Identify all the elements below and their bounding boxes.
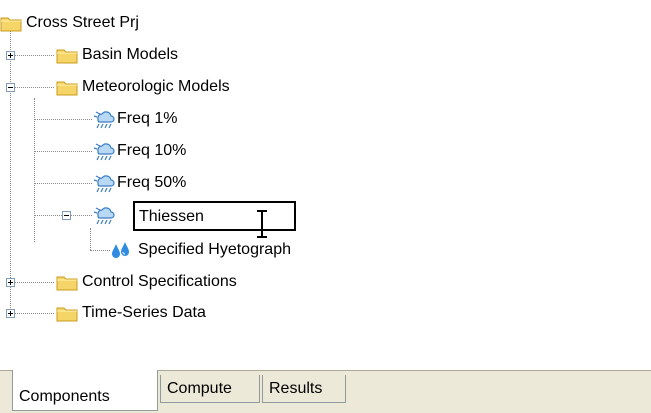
tree-item-label: Freq 10%: [117, 142, 187, 159]
tree-item-freq-10[interactable]: Freq 10%: [92, 139, 186, 163]
rain-cloud-icon: [92, 205, 116, 225]
tree-item-label: Basin Models: [82, 46, 179, 63]
tab-label: Results: [269, 379, 323, 397]
folder-icon: [0, 14, 22, 32]
tree-item-freq-1[interactable]: Freq 1%: [92, 107, 177, 131]
tree-item-label: Time-Series Data: [82, 304, 206, 321]
tab-label: Components: [19, 388, 110, 405]
folder-icon: [56, 46, 78, 64]
tree-item-label: Freq 50%: [117, 174, 187, 191]
tab-results[interactable]: Results: [262, 375, 346, 403]
component-tree[interactable]: Cross Street Prj Basin Models Meteorolog…: [0, 0, 651, 368]
tab-label: Compute: [167, 379, 232, 397]
tree-item-root[interactable]: Cross Street Prj: [0, 11, 139, 35]
folder-icon: [56, 304, 78, 322]
tree-item-specified-hyetograph[interactable]: Specified Hyetograph: [110, 238, 291, 262]
collapse-toggle-thiessen[interactable]: [62, 211, 71, 220]
tree-item-freq-50[interactable]: Freq 50%: [92, 171, 186, 195]
folder-icon: [56, 273, 78, 291]
rain-cloud-icon: [92, 109, 116, 129]
tab-strip: Components Compute Results: [0, 370, 651, 413]
tree-item-label: Freq 1%: [117, 110, 178, 127]
rain-cloud-icon: [92, 141, 116, 161]
i-beam-cursor-icon: [257, 210, 267, 238]
rain-cloud-icon: [92, 173, 116, 193]
tree-item-label: Cross Street Prj: [26, 14, 139, 31]
tree-item-thiessen[interactable]: [92, 203, 116, 227]
tree-item-label: Control Specifications: [82, 273, 237, 290]
expand-toggle-control-specifications[interactable]: [6, 278, 15, 287]
tree-item-control-specifications[interactable]: Control Specifications: [56, 270, 237, 294]
expand-toggle-basin-models[interactable]: [6, 51, 15, 60]
tree-item-meteorologic-models[interactable]: Meteorologic Models: [56, 75, 230, 99]
collapse-toggle-meteorologic-models[interactable]: [6, 83, 15, 92]
rename-input[interactable]: Thiessen: [133, 201, 296, 231]
tree-item-time-series-data[interactable]: Time-Series Data: [56, 301, 206, 325]
tree-item-label: Meteorologic Models: [82, 78, 230, 95]
water-drops-icon: [110, 240, 132, 260]
expand-toggle-time-series-data[interactable]: [6, 309, 15, 318]
tab-components[interactable]: Components: [12, 370, 158, 411]
rename-input-text: Thiessen: [139, 208, 204, 225]
tree-item-label: Specified Hyetograph: [138, 241, 291, 258]
folder-icon: [56, 78, 78, 96]
tab-compute[interactable]: Compute: [160, 375, 260, 403]
tree-item-basin-models[interactable]: Basin Models: [56, 43, 178, 67]
